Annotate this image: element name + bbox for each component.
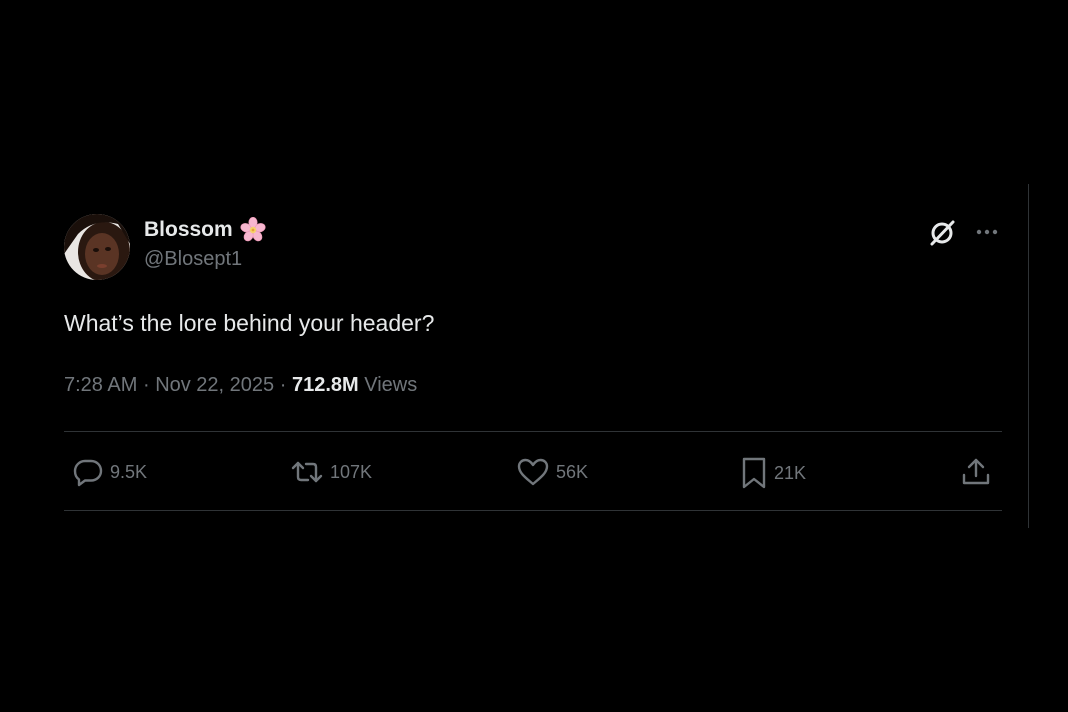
like-count: 56K — [556, 461, 589, 482]
handle[interactable]: @Blosept1 — [144, 246, 267, 272]
grok-icon[interactable] — [927, 217, 957, 247]
page: Blossom @Blosept1 What’s the lore behind… — [0, 0, 1068, 712]
reply-count: 9.5K — [110, 461, 148, 482]
meta-separator: · — [279, 374, 287, 396]
reply-icon — [73, 459, 103, 487]
tweet-meta: 7:28 AM · Nov 22, 2025 · 712.8M Views — [64, 372, 1002, 398]
action-bar: 9.5K 107K 56K 21K — [64, 432, 1002, 510]
retweet-icon — [291, 461, 323, 483]
share-icon — [962, 458, 990, 485]
tweet-header: Blossom @Blosept1 — [64, 212, 1002, 282]
meta-separator: · — [142, 374, 150, 396]
cherry-blossom-icon — [239, 216, 267, 244]
bookmark-count: 21K — [774, 462, 807, 483]
tweet[interactable]: Blossom @Blosept1 What’s the lore behind… — [64, 212, 1002, 511]
tweet-text: What’s the lore behind your header? — [64, 310, 435, 336]
views-count[interactable]: 712.8M — [292, 374, 359, 396]
avatar-image — [64, 214, 130, 280]
display-name-row[interactable]: Blossom — [144, 216, 267, 244]
tweet-date[interactable]: Nov 22, 2025 — [155, 374, 274, 396]
like-button[interactable]: 56K — [516, 456, 588, 488]
author-block: Blossom @Blosept1 — [144, 216, 267, 272]
divider — [64, 510, 1002, 511]
bookmark-icon — [742, 457, 766, 489]
avatar[interactable] — [64, 214, 130, 280]
retweet-count: 107K — [330, 461, 373, 482]
reply-button[interactable]: 9.5K — [72, 456, 147, 488]
like-icon — [517, 458, 549, 486]
display-name[interactable]: Blossom — [144, 217, 233, 243]
share-button[interactable] — [960, 456, 992, 488]
views-label[interactable]: Views — [364, 374, 417, 396]
tweet-time[interactable]: 7:28 AM — [64, 374, 137, 396]
timeline-border — [1028, 184, 1029, 528]
bookmark-button[interactable]: 21K — [740, 456, 806, 490]
retweet-button[interactable]: 107K — [290, 456, 372, 488]
more-icon[interactable] — [974, 220, 1000, 244]
